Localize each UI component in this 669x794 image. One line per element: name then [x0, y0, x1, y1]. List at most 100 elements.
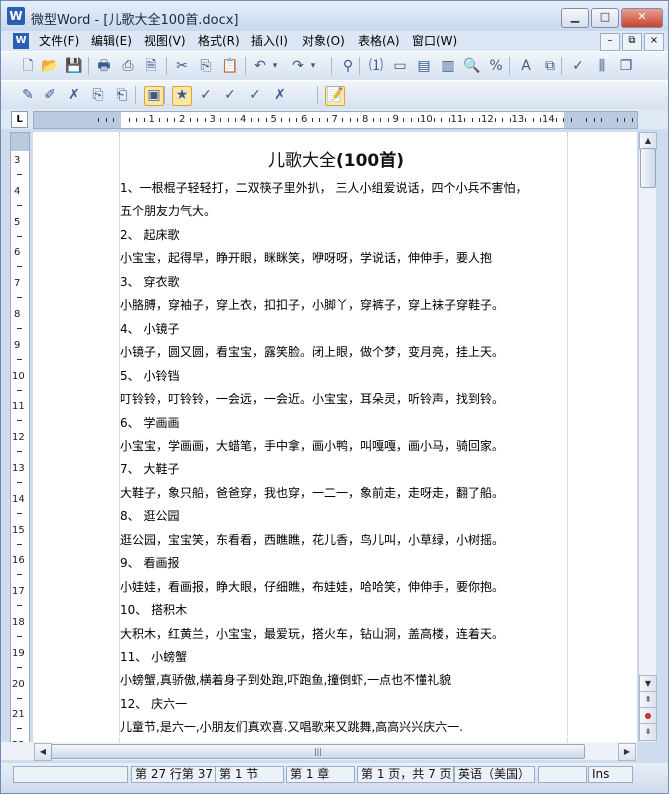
vertical-scroll-thumb[interactable] — [640, 148, 656, 188]
copy-icon[interactable]: ⎘ — [197, 57, 215, 75]
horizontal-ruler[interactable]: 1 2 3 4 5 6 7 8 9 10 11 12 13 14 — [33, 111, 638, 129]
ruler-tick — [570, 118, 572, 122]
undo-icon[interactable]: ↶ — [251, 57, 269, 75]
document-line: 6、 学画画 — [120, 415, 180, 430]
numbering-icon[interactable]: ⑴ — [367, 57, 385, 75]
review-icon[interactable]: ▣ — [144, 86, 164, 106]
chart-icon[interactable]: ⫼ — [593, 57, 611, 75]
track-paste-icon[interactable]: ⎗ — [113, 86, 131, 104]
accept-all-icon[interactable]: ✓ — [221, 86, 239, 104]
document-line: 小宝宝，起得早，睁开眼，眯眯笑，咿呀呀，学说话，伸伸手，要人抱 — [120, 251, 493, 266]
cut-icon[interactable]: ✂ — [173, 57, 191, 75]
pdf-icon[interactable]: ⎙ — [119, 57, 137, 75]
ruler-tick — [17, 574, 22, 576]
document-area[interactable]: 儿歌大全(100首) 1、一根棍子轻轻打，二双筷子里外扒， 三人小组爱说话，四个… — [33, 132, 637, 742]
ruler-tick — [311, 118, 313, 122]
reject-icon[interactable]: ✓ — [246, 86, 264, 104]
horizontal-scrollbar[interactable]: ◀ ||| ▶ — [1, 742, 637, 761]
scroll-left-button[interactable]: ◀ — [34, 743, 52, 761]
menu-format[interactable]: 格式(R) — [198, 33, 240, 49]
columns-icon[interactable]: ▥ — [439, 57, 457, 75]
status-insert-mode[interactable]: Ins — [588, 766, 633, 783]
font-color-icon[interactable]: A — [517, 57, 535, 75]
zoom-icon[interactable]: 🔍 — [463, 57, 481, 75]
highlight-icon[interactable]: ★ — [172, 86, 192, 106]
frame-icon[interactable]: ▭ — [391, 57, 409, 75]
word-app-icon[interactable]: W — [7, 7, 25, 25]
reject-all-icon[interactable]: ✗ — [271, 86, 289, 104]
vertical-ruler[interactable]: 345678910111213141516171819202122 — [10, 132, 30, 761]
print-icon[interactable]: 🖶 — [95, 57, 113, 75]
toolbar-separator — [88, 57, 89, 75]
redo-icon[interactable]: ↷ — [289, 57, 307, 75]
document-line: 12、 庆六一 — [120, 696, 188, 711]
layers-icon[interactable]: ❐ — [617, 57, 635, 75]
page-icon[interactable]: ▤ — [415, 57, 433, 75]
review-toolbar: ✎ ✐ ✗ ⎘ ⎗ ▣ ★ ✓ ✓ ✓ ✗ 📝 — [1, 80, 668, 109]
search-replace-icon[interactable]: % — [487, 57, 505, 75]
track-copy-icon[interactable]: ⎘ — [89, 86, 107, 104]
page-text-area[interactable]: 儿歌大全(100首) 1、一根棍子轻轻打，二双筷子里外扒， 三人小组爱说话，四个… — [119, 132, 568, 742]
text-box-icon[interactable]: ⧉ — [541, 57, 559, 75]
scroll-right-button[interactable]: ▶ — [618, 743, 636, 761]
tab-stop-selector[interactable]: L — [11, 111, 28, 128]
redo-dropdown-icon[interactable]: ▾ — [309, 57, 317, 75]
document-title-count: (100首) — [335, 151, 405, 171]
vruler-number: 7 — [14, 278, 21, 290]
print-preview-icon[interactable]: 🗎 — [142, 57, 160, 75]
save-icon[interactable]: 💾 — [65, 57, 83, 75]
track-edit-icon[interactable]: ✐ — [41, 86, 59, 104]
document-line: 逛公园，宝宝笑，东看看，西瞧瞧，花儿香，鸟儿叫，小草绿，小树摇。 — [120, 532, 505, 547]
close-button[interactable]: ✕ — [621, 8, 663, 28]
document-line: 小娃娃，看画报，睁大眼，仔细瞧，布娃娃，哈哈笑，伸伸手，要你抱。 — [120, 579, 505, 594]
toolbar-separator — [164, 86, 165, 104]
ruler-tick — [288, 118, 290, 122]
track-new-icon[interactable]: ✎ — [19, 86, 37, 104]
ruler-tick — [17, 358, 22, 360]
status-language[interactable]: 英语（美国） — [454, 766, 535, 783]
ruler-tick — [631, 118, 633, 122]
track-delete-icon[interactable]: ✗ — [65, 86, 83, 104]
document-line: 4、 小镜子 — [120, 321, 180, 336]
menu-window[interactable]: 窗口(W) — [412, 33, 457, 49]
menu-edit[interactable]: 编辑(E) — [91, 33, 132, 49]
new-icon[interactable]: 🗋 — [19, 57, 37, 75]
spellcheck-icon[interactable]: ✓ — [569, 57, 587, 75]
ruler-tick — [17, 666, 22, 668]
ruler-tick — [525, 118, 527, 122]
vruler-number: 15 — [12, 524, 25, 536]
ruler-tick — [17, 605, 22, 607]
menu-table[interactable]: 表格(A) — [358, 33, 400, 49]
accept-icon[interactable]: ✓ — [197, 86, 215, 104]
vertical-scrollbar[interactable]: ▲ ▼ ⇞ ● ⇟ — [638, 132, 657, 742]
horizontal-scroll-thumb[interactable]: ||| — [51, 744, 585, 759]
next-page-button[interactable]: ⇟ — [639, 723, 657, 741]
paste-icon[interactable]: 📋 — [221, 57, 239, 75]
mdi-close-button[interactable]: × — [644, 33, 664, 51]
edit-document-icon[interactable]: 📝 — [325, 86, 345, 106]
menu-object[interactable]: 对象(O) — [302, 33, 345, 49]
ruler-tick — [372, 118, 374, 122]
mdi-minimize-button[interactable]: – — [600, 33, 620, 51]
document-menu-icon[interactable]: W — [13, 33, 29, 49]
menu-view[interactable]: 视图(V) — [144, 33, 186, 49]
minimize-button[interactable]: ▁ — [561, 8, 589, 28]
menu-file[interactable]: 文件(F) — [39, 33, 79, 49]
ruler-number: 11 — [450, 114, 464, 125]
maximize-button[interactable]: □ — [591, 8, 619, 28]
ruler-tick — [136, 118, 138, 122]
ruler-tick — [174, 118, 176, 122]
application-window: W 微型Word - [儿歌大全100首.docx] ▁ □ ✕ W 文件(F)… — [0, 0, 669, 794]
status-section: 第 1 节 — [215, 766, 284, 783]
menu-insert[interactable]: 插入(I) — [251, 33, 288, 49]
ruler-tick — [17, 174, 22, 175]
ruler-row: L 1 2 3 4 5 6 7 8 9 10 11 12 13 14 — [1, 109, 668, 129]
ruler-tick — [471, 118, 473, 122]
vruler-number: 11 — [12, 401, 25, 413]
ruler-tick — [17, 297, 22, 299]
open-icon[interactable]: 📂 — [41, 57, 59, 75]
ruler-number: 9 — [392, 114, 399, 125]
find-icon[interactable]: ⚲ — [339, 57, 357, 75]
mdi-restore-button[interactable]: ⧉ — [622, 33, 642, 51]
undo-dropdown-icon[interactable]: ▾ — [271, 57, 279, 75]
